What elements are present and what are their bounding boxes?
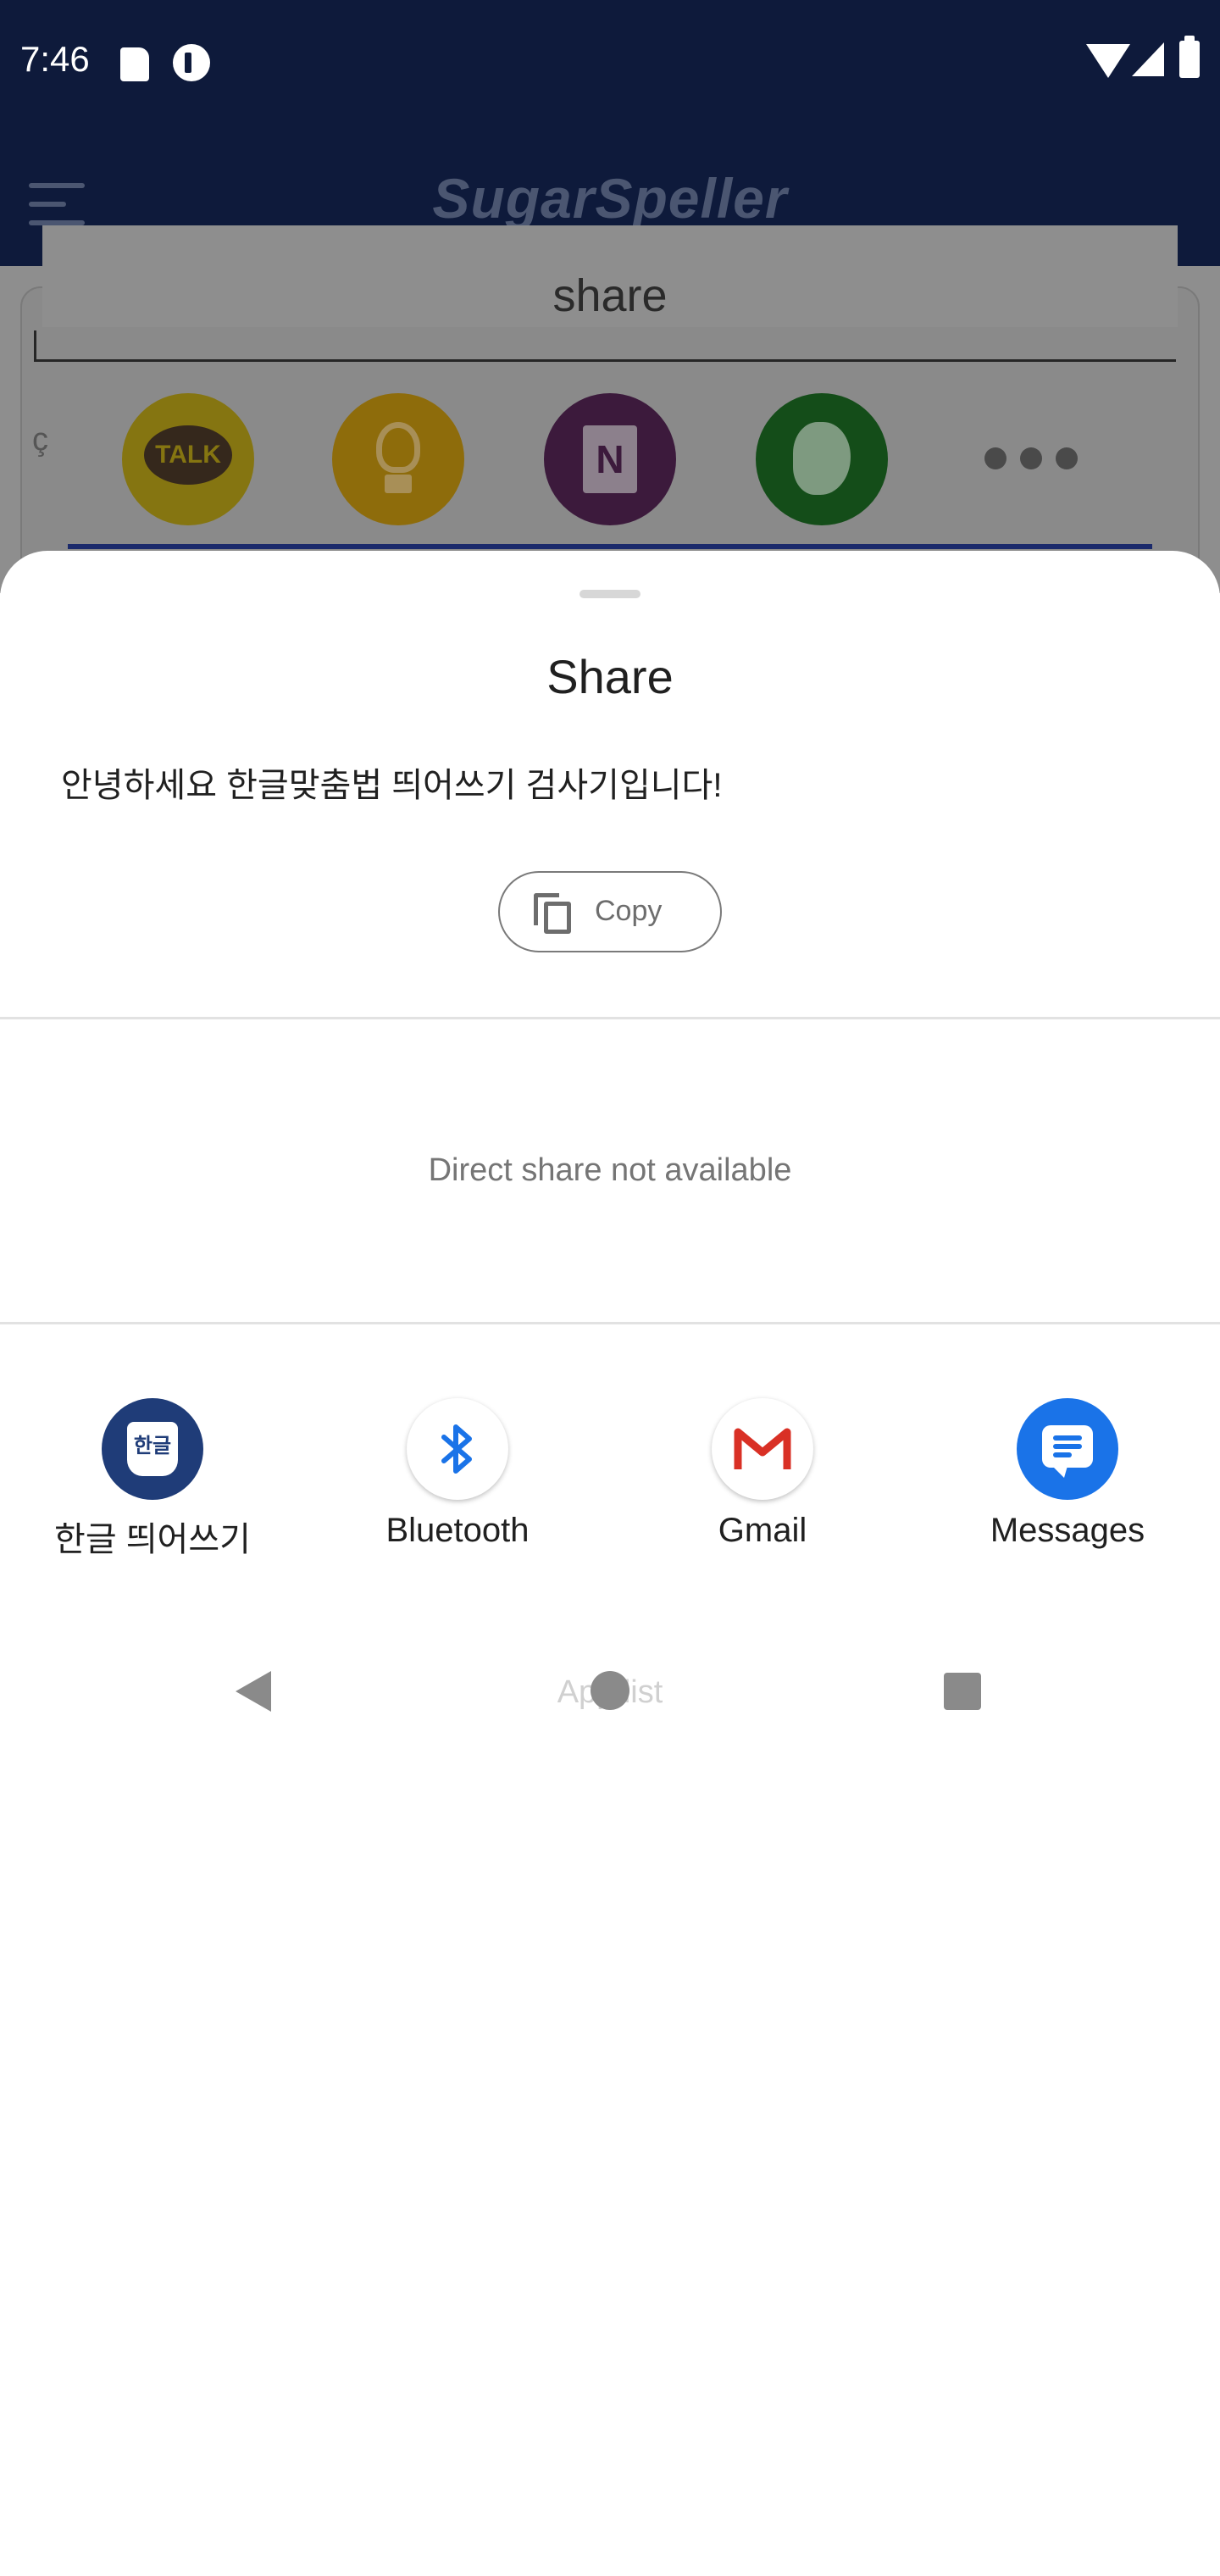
- navigation-bar: [0, 1634, 1220, 1751]
- back-icon[interactable]: [236, 1671, 271, 1712]
- onenote-label: N: [583, 425, 637, 493]
- evernote-icon[interactable]: [756, 393, 888, 525]
- share-target-hangul-spacing[interactable]: 한글 한글 띄어쓰기: [0, 1398, 305, 1585]
- bluetooth-icon: [407, 1398, 508, 1500]
- onenote-icon[interactable]: N: [544, 393, 676, 525]
- lightbulb-icon[interactable]: [332, 393, 464, 525]
- recents-icon[interactable]: [944, 1673, 981, 1710]
- status-bar: 7:46: [0, 0, 1220, 127]
- side-char: ç: [32, 422, 48, 458]
- app-title: SugarSpeller: [432, 167, 788, 230]
- accent-line: [68, 544, 1152, 549]
- hangul-spacing-icon: 한글: [102, 1398, 203, 1500]
- status-time: 7:46: [20, 39, 90, 79]
- shared-text-preview: 안녕하세요 한글맞춤법 띄어쓰기 검사기입니다!: [61, 767, 723, 804]
- divider-top: [0, 1017, 1220, 1019]
- share-panel-title: share: [552, 270, 668, 321]
- copy-button[interactable]: Copy: [498, 871, 722, 952]
- share-target-gmail[interactable]: Gmail: [610, 1398, 915, 1585]
- copy-icon: [534, 893, 573, 934]
- share-target-messages[interactable]: Messages: [915, 1398, 1220, 1585]
- share-target-label: Bluetooth: [385, 1512, 530, 1549]
- sd-card-icon: [120, 47, 149, 81]
- gmail-icon: [712, 1398, 813, 1500]
- share-target-bluetooth[interactable]: Bluetooth: [305, 1398, 610, 1585]
- drag-handle[interactable]: [580, 590, 640, 598]
- battery-icon: [1179, 36, 1200, 78]
- share-target-label: 한글 띄어쓰기: [54, 1521, 251, 1558]
- signal-icon: [1132, 42, 1164, 76]
- background-app: 7:46 SugarSpeller share ç TALK N: [0, 0, 1220, 593]
- text-field-underline: [34, 359, 1176, 362]
- kakaotalk-label: TALK: [144, 425, 232, 485]
- wifi-icon: [1086, 44, 1130, 78]
- messages-icon: [1017, 1398, 1118, 1500]
- more-options-icon[interactable]: [984, 447, 1078, 471]
- hangul-badge: 한글: [127, 1422, 178, 1476]
- share-target-label: Gmail: [718, 1512, 807, 1549]
- copy-label: Copy: [595, 895, 663, 927]
- kakaotalk-icon[interactable]: TALK: [122, 393, 254, 525]
- direct-share-message: Direct share not available: [428, 1152, 792, 1188]
- dual-app-icon: [173, 44, 210, 81]
- sheet-title: Share: [546, 650, 674, 703]
- home-icon[interactable]: [591, 1671, 629, 1710]
- share-sheet: Share 안녕하세요 한글맞춤법 띄어쓰기 검사기입니다! Copy Dire…: [0, 551, 1220, 2576]
- divider-bottom: [0, 1322, 1220, 1324]
- share-target-label: Messages: [990, 1512, 1145, 1549]
- text-cursor: [34, 330, 36, 361]
